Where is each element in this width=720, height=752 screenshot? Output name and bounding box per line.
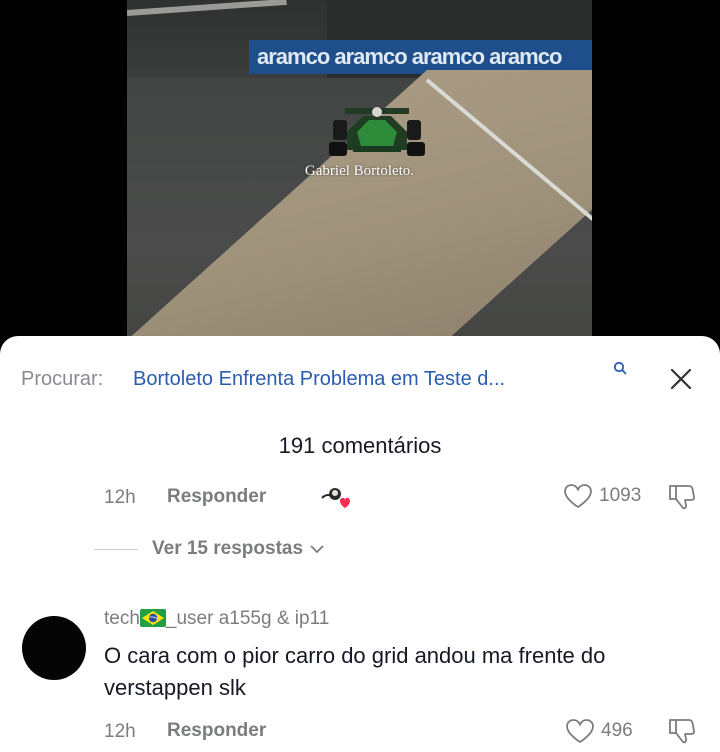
comment-username[interactable]: tech _user a155g & ip11	[104, 608, 329, 630]
banner-text: aramco aramco aramco aramco	[257, 44, 562, 69]
comment-time: 12h	[104, 487, 136, 508]
brazil-flag-icon	[139, 609, 166, 627]
like-button[interactable]: 1093	[563, 482, 641, 510]
close-icon	[670, 368, 692, 390]
comment-count: 191 comentários	[278, 433, 442, 458]
thumbs-down-icon[interactable]	[667, 482, 697, 512]
view-replies-label: Ver 15 respostas	[152, 538, 304, 559]
like-button[interactable]: 496	[565, 717, 633, 745]
heart-icon	[564, 484, 592, 509]
like-count: 1093	[599, 485, 642, 506]
search-prefix: Procurar:	[21, 368, 104, 390]
view-replies-button[interactable]: Ver 15 respostas	[94, 536, 325, 562]
heart-icon	[566, 719, 594, 744]
divider	[94, 548, 138, 550]
thumbs-down-icon[interactable]	[667, 716, 697, 746]
comment-meta-row: 12h Responder	[104, 718, 404, 746]
chevron-down-icon	[310, 545, 324, 554]
comment-meta-row: 12h Responder	[104, 484, 404, 512]
trackside-banner: aramco aramco aramco aramco	[249, 40, 592, 74]
username-part: _user a155g & ip11	[165, 608, 330, 629]
comment-time: 12h	[104, 721, 136, 742]
related-search[interactable]: Procurar: Bortoleto Enfrenta Problema em…	[21, 361, 700, 397]
video-player[interactable]: aramco aramco aramco aramco Gabriel Bort…	[127, 0, 592, 350]
comments-sheet: Procurar: Bortoleto Enfrenta Problema em…	[0, 336, 720, 752]
race-car-image	[329, 107, 425, 156]
username-part: tech	[104, 608, 140, 629]
close-button[interactable]	[667, 365, 695, 393]
search-query-link[interactable]: Bortoleto Enfrenta Problema em Teste d..…	[133, 368, 505, 391]
video-caption: Gabriel Bortoleto.	[304, 163, 415, 179]
avatar[interactable]	[22, 616, 86, 680]
like-count: 496	[601, 720, 633, 741]
creator-liked-icon	[321, 488, 350, 508]
reply-button[interactable]: Responder	[167, 720, 266, 742]
reply-button[interactable]: Responder	[167, 486, 266, 508]
search-icon[interactable]	[613, 361, 627, 375]
comment-text: O cara com o pior carro do grid andou ma…	[104, 643, 606, 700]
